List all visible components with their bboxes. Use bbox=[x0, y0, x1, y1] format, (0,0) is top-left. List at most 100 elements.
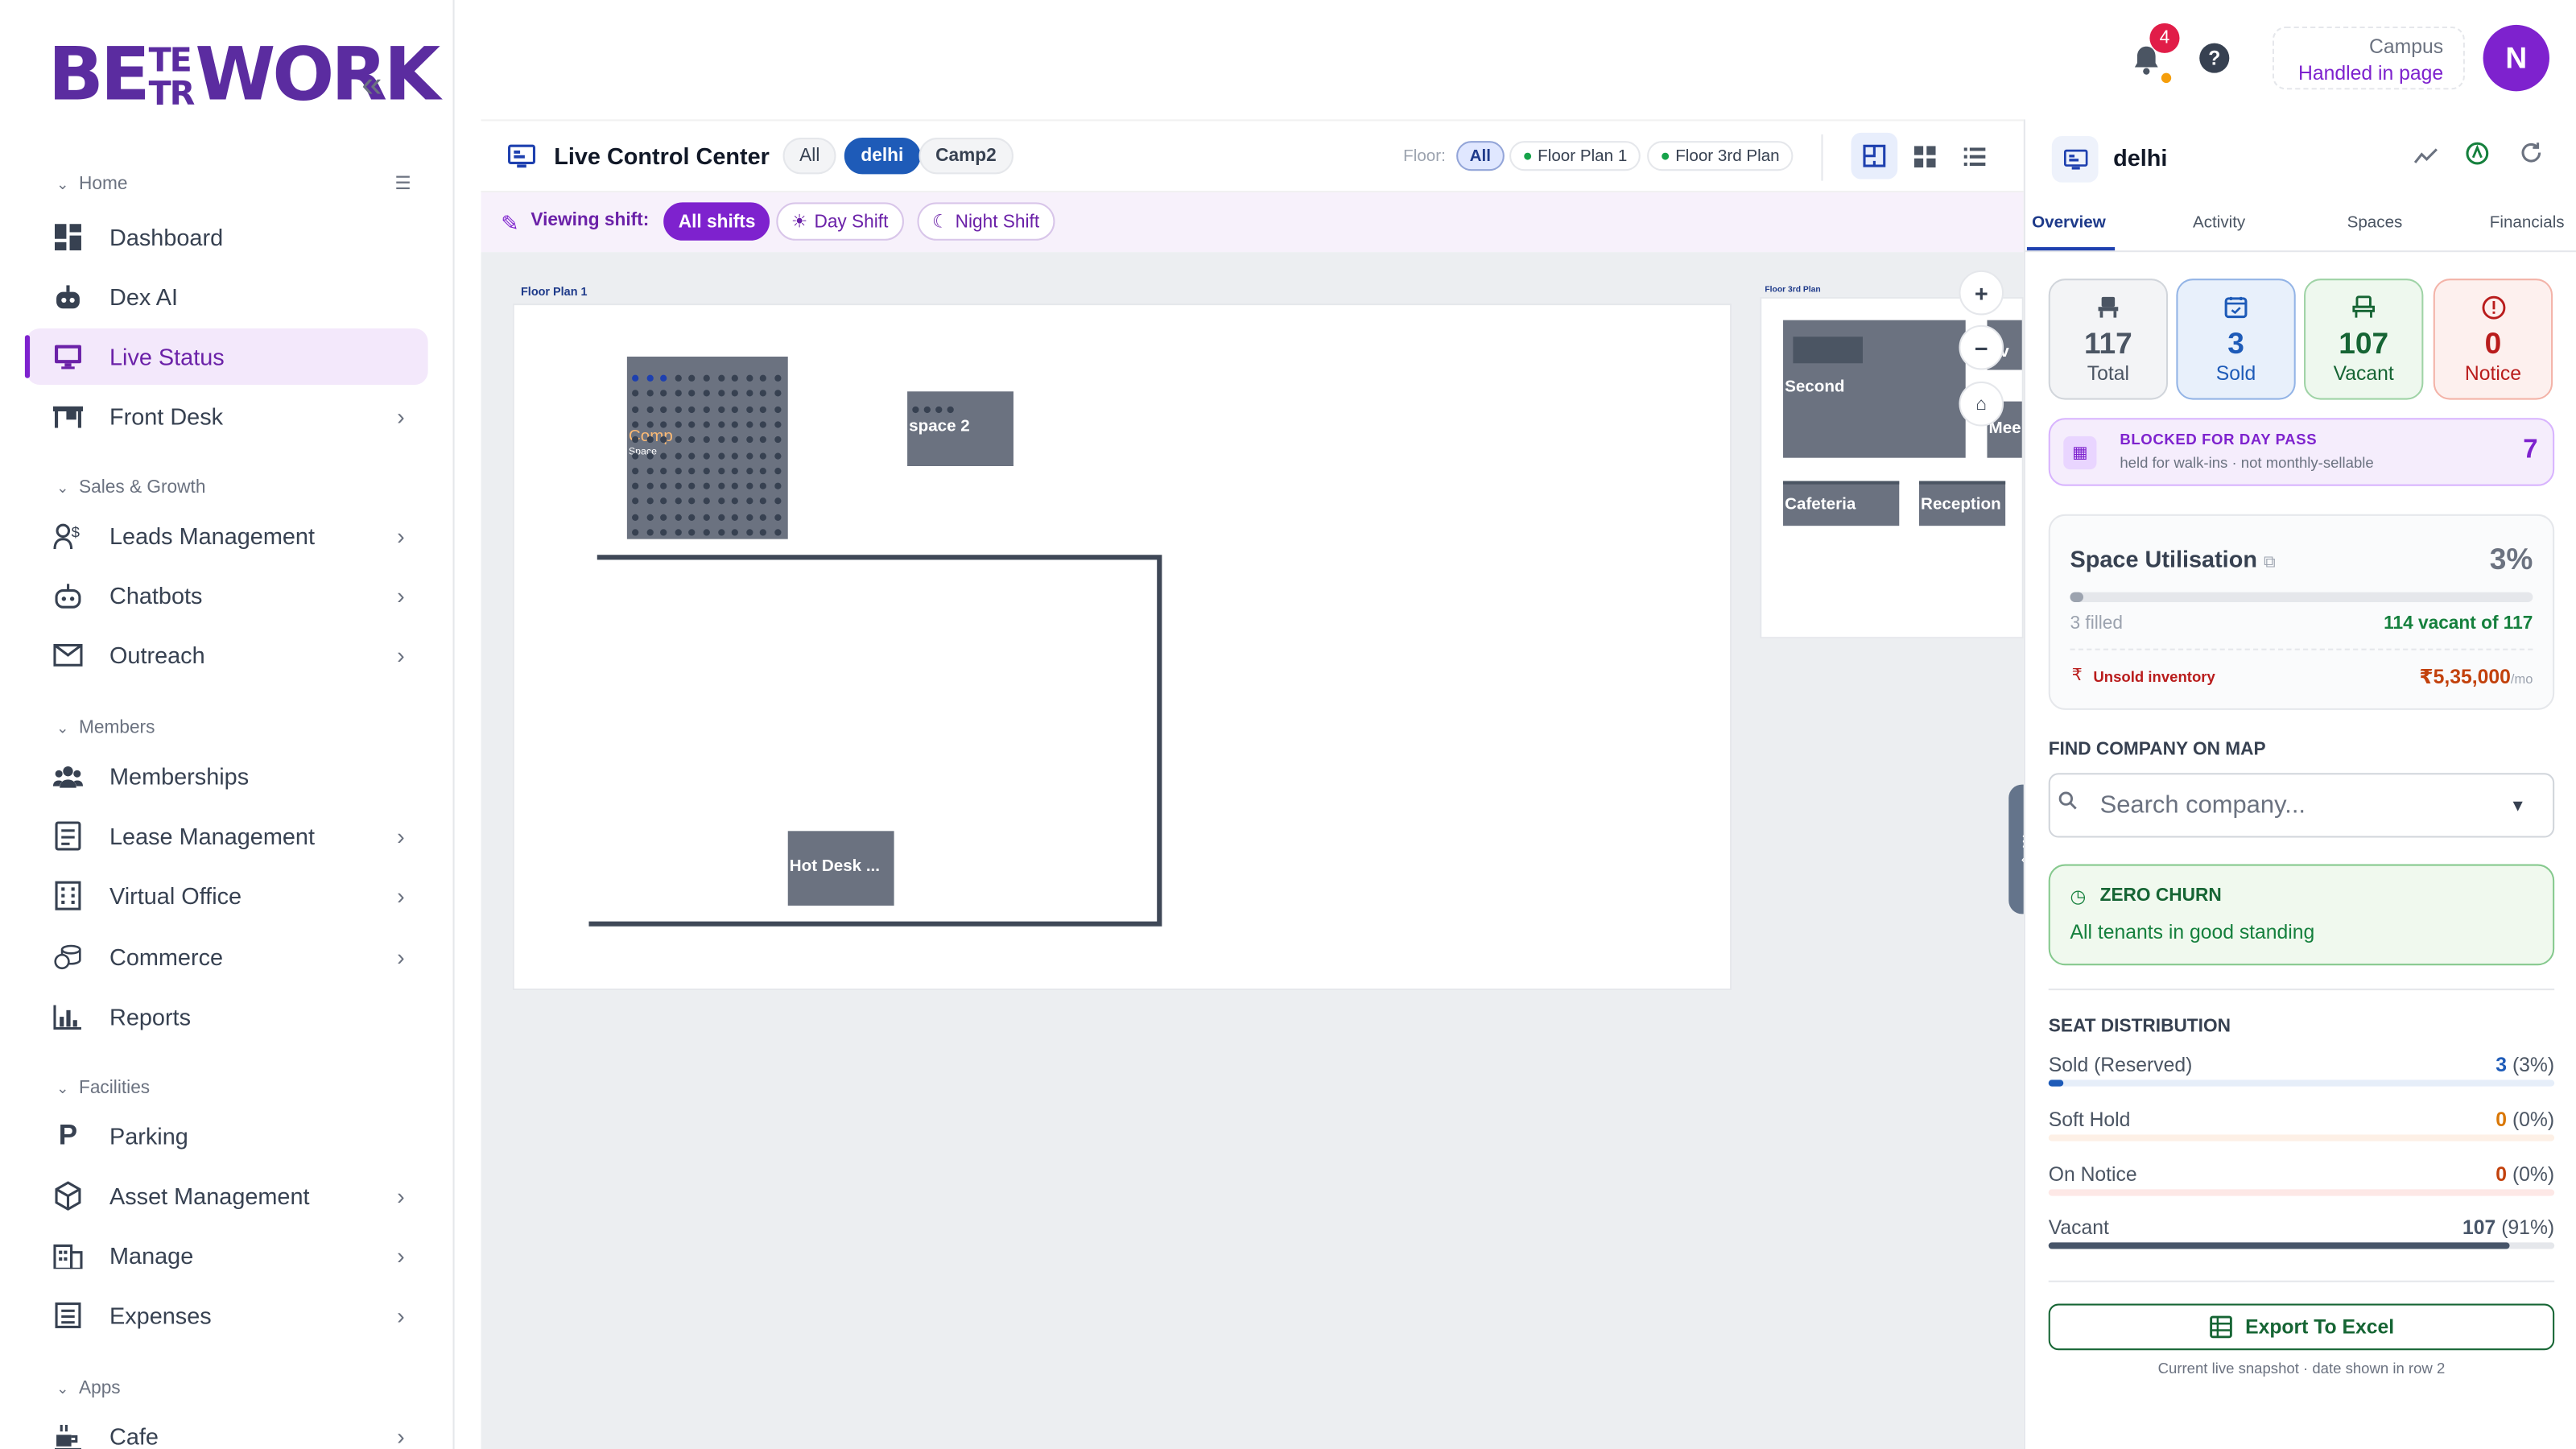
seat-dot[interactable] bbox=[732, 529, 739, 536]
seat-dot[interactable] bbox=[732, 405, 739, 413]
seat-dot[interactable] bbox=[732, 497, 739, 506]
seat-dot[interactable] bbox=[745, 421, 753, 428]
export-excel-button[interactable]: Export To Excel bbox=[2048, 1303, 2555, 1351]
company-search-input[interactable] bbox=[2048, 773, 2555, 838]
seat-dot[interactable] bbox=[935, 406, 943, 414]
floor-chip-plan-1[interactable]: ● Floor Plan 1 bbox=[1509, 141, 1641, 171]
grid-view-button[interactable] bbox=[1901, 133, 1947, 180]
seat-dot[interactable] bbox=[632, 452, 639, 459]
section-home[interactable]: ⌄ Home bbox=[56, 174, 127, 194]
seat-dot[interactable] bbox=[703, 436, 710, 444]
seat-dot[interactable] bbox=[688, 497, 696, 506]
sidebar-item-dashboard[interactable]: Dashboard bbox=[27, 209, 428, 266]
section-apps[interactable]: ⌄ Apps bbox=[56, 1378, 121, 1398]
seat-dot[interactable] bbox=[912, 406, 919, 414]
seat-dot[interactable] bbox=[760, 374, 767, 382]
location-chip-camp2[interactable]: Camp2 bbox=[919, 138, 1013, 175]
reset-view-button[interactable]: ⌂ bbox=[1959, 381, 2004, 427]
room-space-2[interactable]: space 2 bbox=[907, 391, 1013, 467]
sidebar-item-asset-management[interactable]: Asset Management › bbox=[27, 1168, 428, 1224]
seat-dot[interactable] bbox=[688, 482, 696, 490]
seat-dot[interactable] bbox=[688, 374, 696, 382]
seat-dot[interactable] bbox=[688, 390, 696, 398]
seat-dot[interactable] bbox=[732, 374, 739, 382]
compass-icon[interactable] bbox=[2465, 141, 2490, 171]
sidebar-item-reports[interactable]: Reports bbox=[27, 989, 428, 1045]
seat-dot[interactable] bbox=[732, 514, 739, 521]
seat-dot[interactable] bbox=[760, 452, 767, 459]
seat-dot[interactable] bbox=[745, 514, 753, 521]
sidebar-item-virtual-office[interactable]: Virtual Office › bbox=[27, 868, 428, 924]
seat-dot[interactable] bbox=[675, 405, 682, 413]
seat-dot[interactable] bbox=[632, 482, 639, 490]
seat-dot[interactable] bbox=[646, 405, 653, 413]
seat-dot[interactable] bbox=[760, 421, 767, 428]
seat-dot[interactable] bbox=[688, 405, 696, 413]
seat-dot[interactable] bbox=[703, 529, 710, 536]
seat-dot[interactable] bbox=[646, 390, 653, 398]
seat-dot[interactable] bbox=[774, 405, 782, 413]
seat-dot[interactable] bbox=[760, 497, 767, 506]
seat-dot[interactable] bbox=[745, 529, 753, 536]
seat-dot[interactable] bbox=[774, 390, 782, 398]
seat-dot[interactable] bbox=[745, 405, 753, 413]
seat-dot[interactable] bbox=[703, 514, 710, 521]
collapse-sidebar-button[interactable]: « bbox=[361, 63, 382, 106]
seat-dot[interactable] bbox=[732, 452, 739, 459]
tab-spaces[interactable]: Spaces bbox=[2347, 214, 2403, 233]
tab-activity[interactable]: Activity bbox=[2193, 214, 2245, 233]
seat-dot[interactable] bbox=[646, 482, 653, 490]
floor-map-canvas[interactable]: Floor Plan 1 Comp Space space 2 Hot Desk… bbox=[481, 252, 2024, 1449]
seat-dot[interactable] bbox=[688, 452, 696, 459]
seat-dot[interactable] bbox=[745, 467, 753, 474]
seat-dot[interactable] bbox=[717, 497, 724, 506]
help-icon[interactable]: ? bbox=[2199, 43, 2230, 73]
room-cafeteria[interactable]: Cafeteria bbox=[1783, 481, 1900, 526]
seat-dot[interactable] bbox=[732, 421, 739, 428]
seat-dot[interactable] bbox=[717, 405, 724, 413]
seat-dot[interactable] bbox=[717, 514, 724, 521]
floor-chip-all[interactable]: All bbox=[1456, 141, 1505, 171]
campus-selector[interactable]: Campus Handled in page bbox=[2272, 26, 2465, 90]
seat-dot[interactable] bbox=[646, 374, 653, 382]
seat-dot[interactable] bbox=[745, 390, 753, 398]
seat-dot[interactable] bbox=[745, 497, 753, 506]
seat-dot[interactable] bbox=[688, 529, 696, 536]
stat-sold[interactable]: 3 Sold bbox=[2176, 279, 2296, 400]
seat-dot[interactable] bbox=[632, 529, 639, 536]
section-sales-growth[interactable]: ⌄ Sales & Growth bbox=[56, 477, 205, 497]
seat-dot[interactable] bbox=[632, 514, 639, 521]
seat-dot[interactable] bbox=[675, 436, 682, 444]
seat-dot[interactable] bbox=[760, 390, 767, 398]
seat-dot[interactable] bbox=[745, 482, 753, 490]
stat-vacant[interactable]: 107 Vacant bbox=[2304, 279, 2424, 400]
seat-dot[interactable] bbox=[703, 374, 710, 382]
seat-dot[interactable] bbox=[632, 467, 639, 474]
seat-dot[interactable] bbox=[717, 467, 724, 474]
seat-dot[interactable] bbox=[632, 390, 639, 398]
sidebar-item-front-desk[interactable]: Front Desk › bbox=[27, 388, 428, 444]
seat-dot[interactable] bbox=[745, 374, 753, 382]
seat-dot[interactable] bbox=[745, 452, 753, 459]
seat-dot[interactable] bbox=[774, 436, 782, 444]
seat-dot[interactable] bbox=[760, 436, 767, 444]
seat-dot[interactable] bbox=[703, 467, 710, 474]
seat-dot[interactable] bbox=[660, 497, 667, 506]
seat-dot[interactable] bbox=[717, 390, 724, 398]
seat-dot[interactable] bbox=[646, 421, 653, 428]
seat-dot[interactable] bbox=[675, 514, 682, 521]
shift-night-button[interactable]: ☾ Night Shift bbox=[917, 202, 1055, 241]
refresh-icon[interactable] bbox=[2520, 141, 2543, 169]
seat-dot[interactable] bbox=[688, 514, 696, 521]
sidebar-item-outreach[interactable]: Outreach › bbox=[27, 627, 428, 683]
seat-dot[interactable] bbox=[660, 529, 667, 536]
map-view-button[interactable] bbox=[1851, 132, 1898, 180]
seat-dot[interactable] bbox=[660, 405, 667, 413]
seat-dot[interactable] bbox=[660, 374, 667, 382]
sidebar-item-memberships[interactable]: Memberships bbox=[27, 748, 428, 804]
seat-dot[interactable] bbox=[646, 467, 653, 474]
seat-dot[interactable] bbox=[646, 514, 653, 521]
seat-dot[interactable] bbox=[717, 529, 724, 536]
seat-dot[interactable] bbox=[660, 467, 667, 474]
stat-notice[interactable]: 0 Notice bbox=[2433, 279, 2553, 400]
